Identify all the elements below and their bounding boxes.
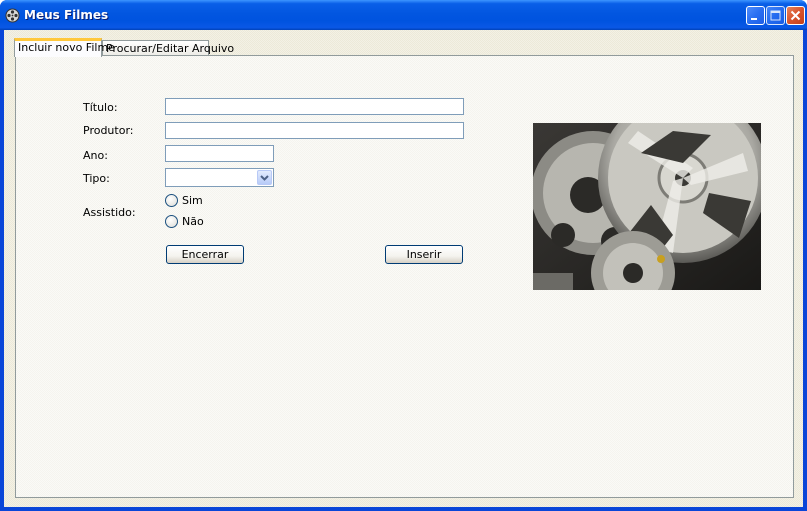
ano-input[interactable] (165, 145, 274, 162)
tab-procurar-editar-arquivo[interactable]: Procurar/Editar Arquivo (102, 40, 234, 56)
title-bar[interactable]: Meus Filmes (0, 0, 807, 30)
tipo-label: Tipo: (83, 172, 110, 185)
film-reel-icon (5, 8, 20, 23)
maximize-button[interactable] (766, 6, 785, 25)
encerrar-button[interactable]: Encerrar (166, 245, 244, 264)
film-reel-image (533, 123, 761, 290)
tab-panel: Título: Produtor: Ano: Tipo: Assistido: … (15, 55, 794, 498)
produtor-label: Produtor: (83, 124, 134, 137)
tipo-select[interactable] (165, 168, 274, 187)
maximize-icon (770, 10, 781, 21)
assistido-label: Assistido: (83, 206, 136, 219)
inserir-button[interactable]: Inserir (385, 245, 463, 264)
chevron-down-icon (260, 175, 269, 181)
radio-nao-label[interactable]: Não (182, 215, 204, 228)
radio-nao[interactable] (165, 215, 178, 228)
tab-incluir-novo-filme[interactable]: Incluir novo Filme (14, 38, 115, 57)
minimize-icon (751, 18, 757, 20)
tipo-dropdown-button[interactable] (257, 170, 272, 185)
titulo-input[interactable] (165, 98, 464, 115)
window-title: Meus Filmes (24, 8, 109, 22)
produtor-input[interactable] (165, 122, 464, 139)
window-client-area: Incluir novo Filme Procurar/Editar Arqui… (4, 30, 803, 507)
titulo-label: Título: (83, 101, 118, 114)
main-window: Meus Filmes Incluir novo Filme Procurar/… (0, 0, 807, 511)
minimize-button[interactable] (746, 6, 765, 25)
radio-sim-label[interactable]: Sim (182, 194, 203, 207)
radio-sim[interactable] (165, 194, 178, 207)
ano-label: Ano: (83, 149, 108, 162)
close-button[interactable] (786, 6, 805, 25)
close-icon (790, 10, 801, 21)
